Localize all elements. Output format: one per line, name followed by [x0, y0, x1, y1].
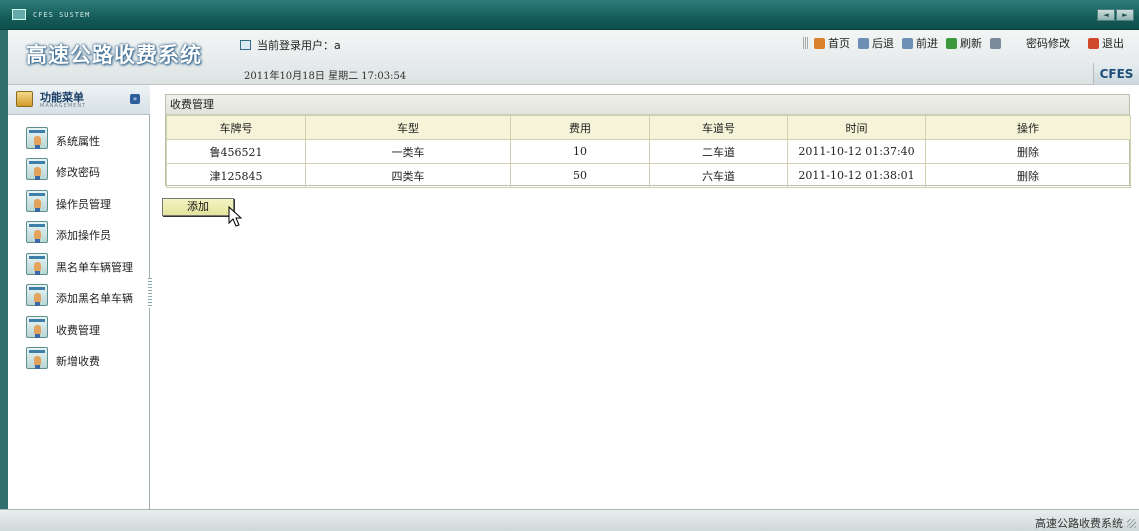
- type-cell: 一类车: [305, 139, 511, 164]
- main-content: 收费管理 车牌号 车型 费用 车道号 时间 操作 鲁456521 一类车 10 …: [152, 85, 1139, 509]
- status-text: 高速公路收费系统: [1035, 517, 1123, 530]
- sidebar-item-system-properties[interactable]: 系统属性: [8, 125, 150, 153]
- menu-icon: [16, 91, 33, 107]
- user-card-icon: [26, 127, 48, 149]
- sidebar-item-add-toll[interactable]: 新增收费: [8, 345, 150, 373]
- edit-icon: [990, 37, 1001, 49]
- sidebar-item-label: 黑名单车辆管理: [56, 261, 133, 274]
- sidebar-item-add-operator[interactable]: 添加操作员: [8, 219, 150, 247]
- collapse-icon[interactable]: »: [130, 94, 140, 104]
- fee-cell: 10: [510, 139, 650, 164]
- user-card-icon: [26, 347, 48, 369]
- top-links: 首页 后退 前进 刷新 密码修改 退出: [802, 36, 1124, 50]
- current-user-row: 当前登录用户：a: [240, 37, 341, 53]
- action-cell: 删除: [925, 139, 1131, 164]
- column-header: 费用: [510, 115, 650, 140]
- home-icon: [814, 37, 825, 49]
- sidebar-item-change-password[interactable]: 修改密码: [8, 156, 150, 184]
- column-header: 操作: [925, 115, 1131, 140]
- column-header: 时间: [787, 115, 926, 140]
- back-icon: [858, 37, 869, 49]
- home-link[interactable]: 首页: [814, 35, 850, 51]
- sidebar-item-add-blacklist-vehicle[interactable]: 添加黑名单车辆: [8, 282, 150, 310]
- toll-management-panel: 收费管理 车牌号 车型 费用 车道号 时间 操作 鲁456521 一类车 10 …: [165, 94, 1131, 188]
- exit-link-label: 退出: [1102, 37, 1124, 50]
- lane-cell: 二车道: [649, 139, 788, 164]
- back-link-label: 后退: [872, 37, 894, 50]
- system-title-bar: CFES SUSTEM ◄ ►: [0, 0, 1139, 30]
- nav-prev-icon[interactable]: ◄: [1097, 9, 1115, 21]
- action-cell: 删除: [925, 163, 1131, 188]
- change-password-link[interactable]: 密码修改: [1026, 35, 1070, 51]
- frame-edge: [0, 30, 8, 85]
- add-button[interactable]: 添加: [162, 198, 234, 216]
- sidebar: 功能菜单 MANAGEMENT » 系统属性 修改密码 操作员管理 添加操作员 …: [8, 85, 150, 509]
- column-header: 车型: [305, 115, 511, 140]
- exit-link[interactable]: 退出: [1088, 35, 1124, 51]
- refresh-link-label: 刷新: [960, 37, 982, 50]
- sidebar-item-label: 添加黑名单车辆: [56, 292, 133, 305]
- user-card-icon: [26, 190, 48, 212]
- current-datetime: 2011年10月18日 星期二 17:03:54: [244, 71, 407, 82]
- user-icon: [240, 40, 251, 50]
- sidebar-item-label: 新增收费: [56, 355, 100, 368]
- lane-cell: 六车道: [649, 163, 788, 188]
- sidebar-item-operator-management[interactable]: 操作员管理: [8, 188, 150, 216]
- forward-link[interactable]: 前进: [902, 35, 938, 51]
- menu-header: 功能菜单 MANAGEMENT »: [8, 85, 150, 115]
- home-link-label: 首页: [828, 37, 850, 50]
- user-card-icon: [26, 221, 48, 243]
- edit-icon-link[interactable]: [990, 37, 1004, 49]
- frame-edge: [0, 85, 8, 509]
- window-icon: [12, 9, 26, 20]
- change-password-label: 密码修改: [1026, 37, 1070, 50]
- column-header: 车牌号: [166, 115, 306, 140]
- sidebar-item-label: 添加操作员: [56, 229, 111, 242]
- type-cell: 四类车: [305, 163, 511, 188]
- current-user-label: 当前登录用户：: [257, 39, 334, 52]
- sidebar-item-toll-management[interactable]: 收费管理: [8, 314, 150, 342]
- header: 高速公路收费系统 当前登录用户：a 2011年10月18日 星期二 17:03:…: [0, 30, 1139, 85]
- sidebar-item-blacklist-management[interactable]: 黑名单车辆管理: [8, 251, 150, 279]
- table-row: 津125845 四类车 50 六车道 2011-10-12 01:38:01 删…: [166, 163, 1131, 188]
- app-title: 高速公路收费系统: [26, 42, 202, 67]
- current-user-name: a: [334, 39, 341, 52]
- time-cell: 2011-10-12 01:38:01: [787, 163, 926, 188]
- exit-icon: [1088, 37, 1099, 49]
- toll-table: 车牌号 车型 费用 车道号 时间 操作 鲁456521 一类车 10 二车道 2…: [166, 115, 1131, 188]
- system-name: CFES SUSTEM: [33, 11, 91, 19]
- user-card-icon: [26, 284, 48, 306]
- user-card-icon: [26, 316, 48, 338]
- refresh-icon: [946, 37, 957, 49]
- user-card-icon: [26, 158, 48, 180]
- table-row: 鲁456521 一类车 10 二车道 2011-10-12 01:37:40 删…: [166, 139, 1131, 164]
- panel-title: 收费管理: [166, 95, 1129, 115]
- forward-icon: [902, 37, 913, 49]
- sidebar-item-label: 操作员管理: [56, 198, 111, 211]
- sidebar-item-label: 修改密码: [56, 166, 100, 179]
- table-header-row: 车牌号 车型 费用 车道号 时间 操作: [166, 115, 1131, 140]
- time-cell: 2011-10-12 01:37:40: [787, 139, 926, 164]
- delete-link[interactable]: 删除: [1017, 170, 1039, 183]
- plate-cell: 津125845: [166, 163, 306, 188]
- divider: [803, 37, 804, 49]
- refresh-link[interactable]: 刷新: [946, 35, 982, 51]
- sidebar-item-label: 系统属性: [56, 135, 100, 148]
- menu-subtitle: MANAGEMENT: [40, 103, 87, 109]
- plate-cell: 鲁456521: [166, 139, 306, 164]
- resize-grip-icon[interactable]: [1127, 519, 1136, 528]
- fee-cell: 50: [510, 163, 650, 188]
- delete-link[interactable]: 删除: [1017, 146, 1039, 159]
- nav-next-icon[interactable]: ►: [1116, 9, 1134, 21]
- mouse-cursor-icon: [228, 206, 242, 227]
- column-header: 车道号: [649, 115, 788, 140]
- forward-link-label: 前进: [916, 37, 938, 50]
- back-link[interactable]: 后退: [858, 35, 894, 51]
- brand-badge: CFES: [1093, 63, 1139, 85]
- sidebar-item-label: 收费管理: [56, 324, 100, 337]
- user-card-icon: [26, 253, 48, 275]
- status-bar: 高速公路收费系统: [0, 509, 1139, 531]
